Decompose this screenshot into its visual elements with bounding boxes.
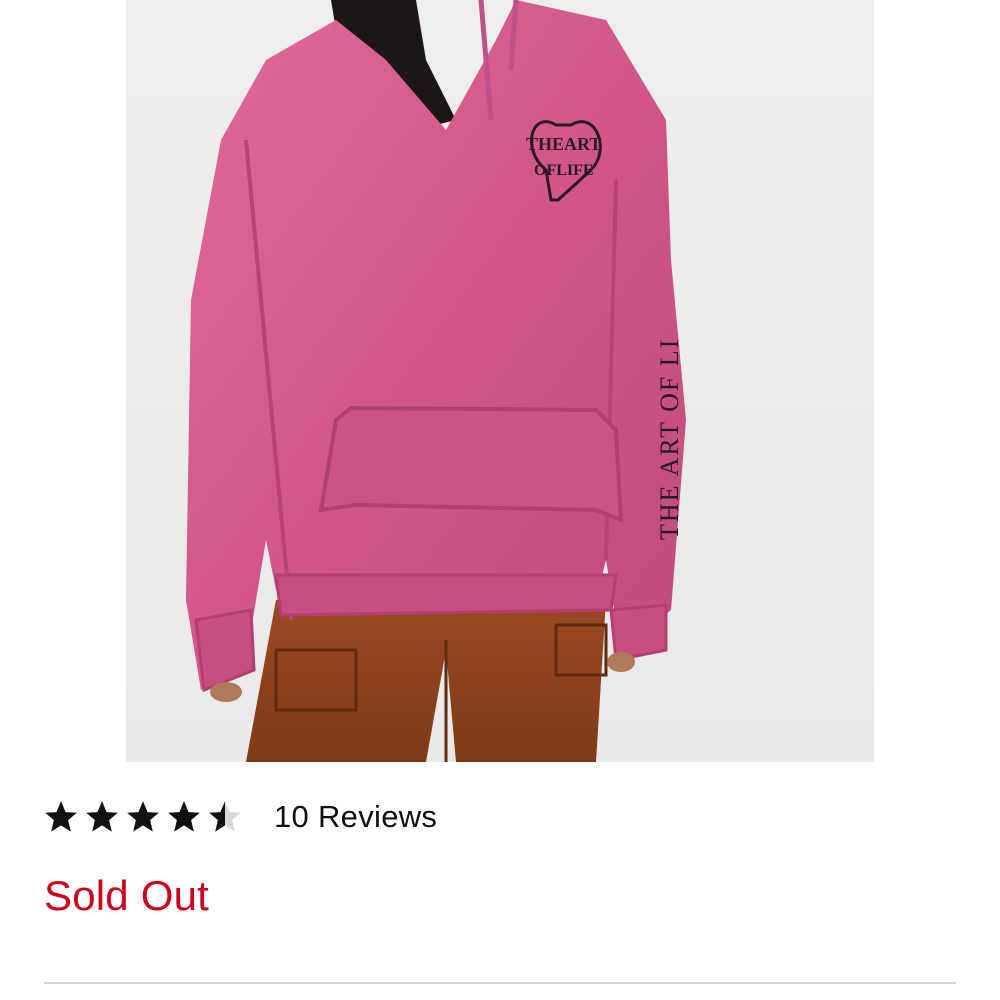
section-divider	[44, 982, 956, 984]
svg-text:OFLIFE: OFLIFE	[534, 162, 594, 179]
product-image[interactable]: THEART OFLIFE THE ART OF LI	[126, 0, 874, 762]
star-full-icon	[86, 801, 118, 832]
star-full-icon	[45, 801, 77, 832]
star-full-icon	[168, 801, 200, 832]
star-rating	[42, 798, 244, 836]
reviews-count-link[interactable]: 10 Reviews	[274, 799, 437, 835]
star-full-icon	[127, 801, 159, 832]
rating-row[interactable]: 10 Reviews	[42, 795, 437, 839]
star-half-icon	[209, 801, 241, 832]
hoodie-illustration: THEART OFLIFE THE ART OF LI	[186, 0, 686, 762]
svg-text:THE ART OF LI: THE ART OF LI	[655, 338, 684, 540]
availability-status: Sold Out	[44, 872, 210, 919]
svg-text:THEART: THEART	[526, 134, 601, 154]
